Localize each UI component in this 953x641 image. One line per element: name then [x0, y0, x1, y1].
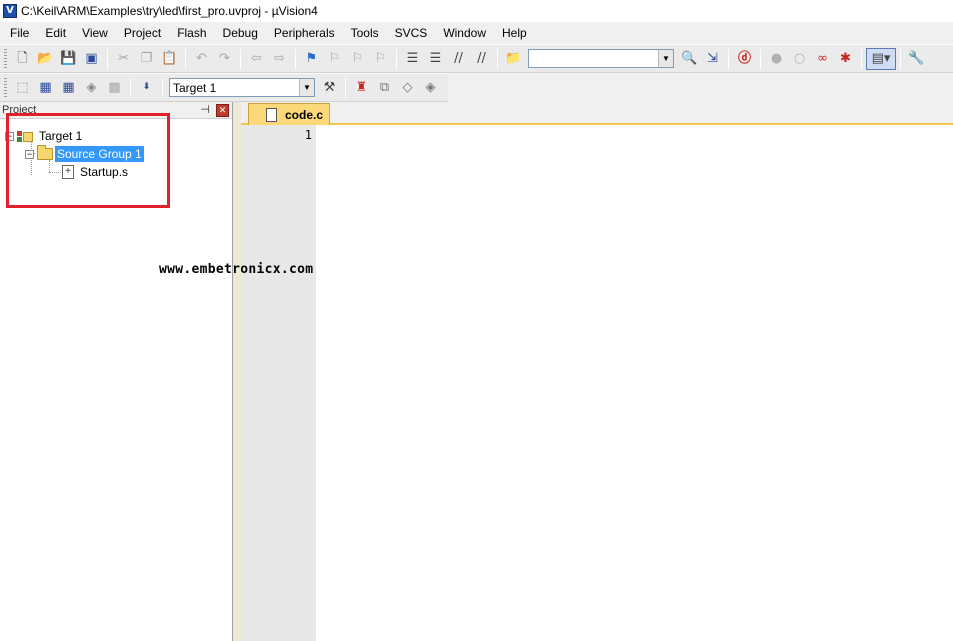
indent-icon[interactable]: ☰: [401, 48, 424, 70]
menu-peripherals[interactable]: Peripherals: [266, 23, 343, 43]
next-bookmark-icon[interactable]: ⚐: [346, 48, 369, 70]
line-number: 1: [304, 128, 312, 142]
toolbar-separator: [396, 48, 397, 69]
toolbar-grip[interactable]: [4, 49, 7, 68]
file-toolbar: 🗋 📂 💾 ▣ ✂ ❐ 📋 ↶ ↷ ⇦ ⇨ ⚑ ⚐ ⚐ ⚐ ☰ ☰ // // …: [0, 44, 953, 73]
paste-icon[interactable]: 📋: [158, 48, 181, 70]
chevron-down-icon[interactable]: ▼: [299, 79, 314, 96]
redo-icon[interactable]: ↷: [213, 48, 236, 70]
save-icon[interactable]: 💾: [57, 48, 80, 70]
open-file-icon[interactable]: 📂: [34, 48, 57, 70]
chevron-down-icon[interactable]: ▼: [658, 50, 673, 67]
disable-breakpoint-icon[interactable]: ○: [788, 48, 811, 70]
window-title: C:\Keil\ARM\Examples\try\led\first_pro.u…: [21, 4, 318, 18]
uvision-window: V C:\Keil\ARM\Examples\try\led\first_pro…: [0, 0, 953, 641]
unindent-icon[interactable]: ☰: [424, 48, 447, 70]
toolbar-separator: [760, 48, 761, 69]
select-device-icon[interactable]: ◇: [396, 77, 419, 99]
navigate-forward-icon[interactable]: ⇨: [268, 48, 291, 70]
build-toolbar: ⬚ ▦ ▦ ◈ ▩ ⬇ Target 1 ▼ ⚒ ♜ ⧉ ◇ ◈: [0, 73, 448, 102]
menu-svcs[interactable]: SVCS: [387, 23, 436, 43]
highlight-box: [6, 113, 170, 208]
uncomment-icon[interactable]: //: [470, 48, 493, 70]
menu-window[interactable]: Window: [435, 23, 494, 43]
title-bar: V C:\Keil\ARM\Examples\try\led\first_pro…: [0, 0, 953, 22]
toolbar-separator: [240, 48, 241, 69]
toolbar-separator: [185, 48, 186, 69]
panel-splitter[interactable]: [233, 102, 241, 641]
configure-icon[interactable]: 🔧: [905, 48, 928, 70]
undo-icon[interactable]: ↶: [190, 48, 213, 70]
prev-bookmark-icon[interactable]: ⚐: [323, 48, 346, 70]
batch-build-icon[interactable]: ◈: [80, 77, 103, 99]
toolbar-separator: [130, 77, 131, 98]
toolbar-grip[interactable]: [4, 78, 7, 97]
save-all-icon[interactable]: ▣: [80, 48, 103, 70]
code-text-area[interactable]: [316, 125, 953, 641]
editor-tab-strip: code.c: [241, 102, 953, 125]
line-number-gutter: 1: [241, 125, 316, 641]
toolbar-separator: [162, 77, 163, 98]
manage-components-icon[interactable]: ⧉: [373, 77, 396, 99]
pack-installer-icon[interactable]: ◈: [419, 77, 442, 99]
menu-edit[interactable]: Edit: [37, 23, 74, 43]
target-select[interactable]: Target 1 ▼: [169, 78, 315, 97]
menu-tools[interactable]: Tools: [343, 23, 387, 43]
toolbar-separator: [497, 48, 498, 69]
document-icon: [266, 107, 277, 122]
menu-file[interactable]: File: [2, 23, 37, 43]
toolbar-separator: [295, 48, 296, 69]
clear-bookmarks-icon[interactable]: ⚐: [369, 48, 392, 70]
cut-icon[interactable]: ✂: [112, 48, 135, 70]
build-icon[interactable]: ▦: [34, 77, 57, 99]
menu-debug[interactable]: Debug: [215, 23, 266, 43]
window-layout-icon[interactable]: ▤▾: [866, 47, 896, 70]
find-combo[interactable]: ▼: [528, 49, 674, 68]
pin-icon[interactable]: ⊣: [200, 103, 210, 116]
menu-view[interactable]: View: [74, 23, 116, 43]
toolbar-separator: [728, 48, 729, 69]
menu-help[interactable]: Help: [494, 23, 535, 43]
toolbar-separator: [107, 48, 108, 69]
download-icon[interactable]: ⬇: [135, 77, 158, 99]
debug-session-icon[interactable]: ⓓ: [733, 48, 756, 70]
tab-code-c[interactable]: code.c: [248, 103, 330, 125]
disable-all-breakpoints-icon[interactable]: ∞: [811, 48, 834, 70]
toolbar-separator: [345, 77, 346, 98]
menu-flash[interactable]: Flash: [169, 23, 214, 43]
uvision-app-icon: V: [3, 4, 17, 18]
target-options-icon[interactable]: ⚒: [318, 77, 341, 99]
toolbar-separator: [900, 48, 901, 69]
toolbar-empty-area: [448, 73, 953, 102]
target-select-value[interactable]: Target 1: [170, 81, 299, 95]
bookmark-icon[interactable]: ⚑: [300, 48, 323, 70]
watermark-text: www.embetronicx.com: [159, 262, 314, 277]
toolbar-separator: [861, 48, 862, 69]
code-editor[interactable]: 1: [241, 125, 953, 641]
tab-label[interactable]: code.c: [285, 108, 323, 122]
stop-build-icon[interactable]: ▩: [103, 77, 126, 99]
rebuild-icon[interactable]: ▦: [57, 77, 80, 99]
translate-icon[interactable]: ⬚: [11, 77, 34, 99]
copy-icon[interactable]: ❐: [135, 48, 158, 70]
navigate-back-icon[interactable]: ⇦: [245, 48, 268, 70]
breakpoint-icon[interactable]: ●: [765, 48, 788, 70]
comment-icon[interactable]: //: [447, 48, 470, 70]
incremental-find-icon[interactable]: ⇲: [701, 48, 724, 70]
kill-all-breakpoints-icon[interactable]: ✱: [834, 48, 857, 70]
menu-project[interactable]: Project: [116, 23, 169, 43]
new-file-icon[interactable]: 🗋: [11, 48, 34, 70]
file-extensions-icon[interactable]: ♜: [350, 77, 373, 99]
close-icon[interactable]: ✕: [216, 104, 229, 117]
find-in-files-icon[interactable]: 📁: [502, 48, 525, 70]
find-icon[interactable]: 🔍: [678, 48, 701, 70]
menu-bar: File Edit View Project Flash Debug Perip…: [0, 22, 953, 44]
